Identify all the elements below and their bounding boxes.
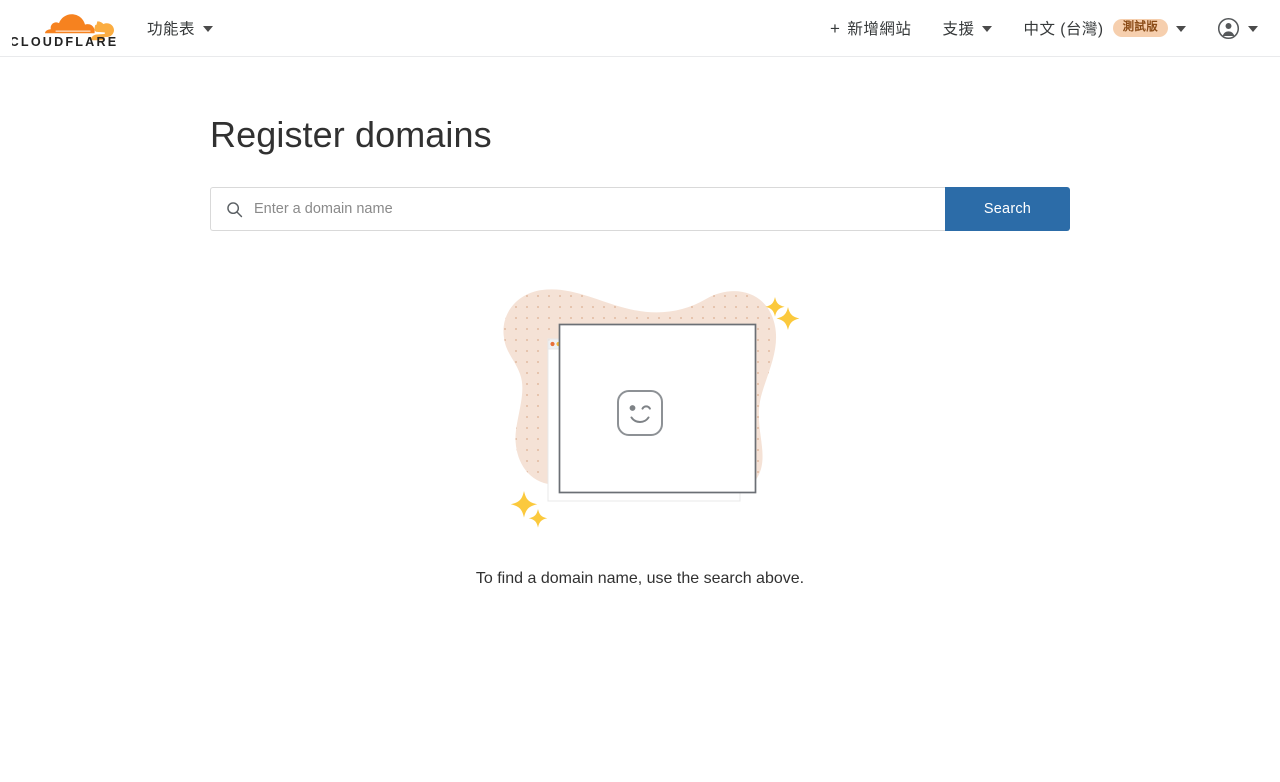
chevron-down-icon xyxy=(203,26,214,32)
main-content: Register domains Search xyxy=(0,57,1280,588)
empty-browser-window-illustration xyxy=(503,289,800,528)
cloudflare-logo: CLOUDFLARE xyxy=(12,14,116,48)
support-menu[interactable]: 支援 xyxy=(942,13,993,43)
chevron-down-icon xyxy=(1248,26,1258,32)
beta-badge: 測試版 xyxy=(1112,18,1168,38)
nav-item-menu-label: 功能表 xyxy=(147,21,196,38)
chevron-down-icon xyxy=(982,26,993,32)
search-button[interactable]: Search xyxy=(945,187,1070,231)
secondary-nav: + 新增網站 支援 中文 (台灣) 測試版 xyxy=(799,13,1258,44)
language-selector[interactable]: 中文 (台灣) 測試版 xyxy=(1023,13,1186,43)
top-header: CLOUDFLARE 功能表 + 新增網站 支援 中文 (台灣) 測試版 xyxy=(0,0,1280,57)
primary-nav: 功能表 xyxy=(147,13,214,43)
domain-search-row: Search xyxy=(210,187,1070,231)
support-label: 支援 xyxy=(942,21,975,38)
domain-search-box[interactable] xyxy=(210,187,945,231)
empty-state-illustration-wrap xyxy=(210,283,1070,533)
empty-state-message: To find a domain name, use the search ab… xyxy=(475,570,805,587)
search-icon xyxy=(227,201,243,217)
page-title: Register domains xyxy=(210,114,492,155)
cloudflare-logo-link[interactable]: CLOUDFLARE xyxy=(12,0,116,56)
svg-text:CLOUDFLARE: CLOUDFLARE xyxy=(12,35,116,48)
plus-icon: + xyxy=(829,18,841,38)
add-site-button[interactable]: + 新增網站 xyxy=(830,13,911,43)
domain-search-input[interactable] xyxy=(254,188,945,230)
chevron-down-icon xyxy=(1176,26,1186,32)
account-menu[interactable] xyxy=(1217,13,1258,44)
winking-face-icon xyxy=(617,390,663,436)
page-container: Register domains Search xyxy=(210,114,1070,588)
language-label: 中文 (台灣) xyxy=(1023,21,1104,38)
add-site-label: 新增網站 xyxy=(847,21,912,38)
sparkle-bottom-left xyxy=(510,491,548,528)
account-circle-icon xyxy=(1217,17,1240,39)
nav-item-menu[interactable]: 功能表 xyxy=(147,13,214,43)
